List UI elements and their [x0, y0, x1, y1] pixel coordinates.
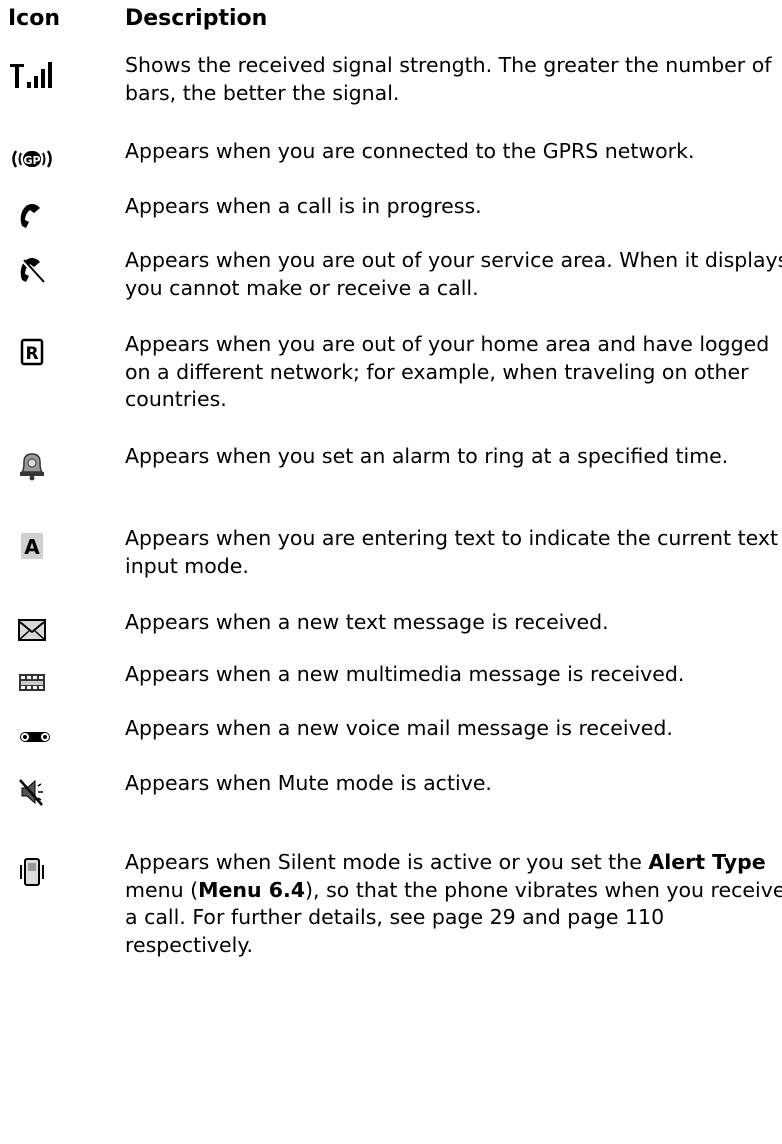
row-gprs-description: Appears when you are connected to the GP… [125, 139, 695, 163]
call-in-progress-icon [8, 198, 98, 238]
row-text-message-description: Appears when a new text message is recei… [125, 610, 609, 634]
signal-strength-icon [8, 58, 98, 98]
text-input-mode-icon-label: A [24, 535, 40, 559]
silent-vibrate-icon [8, 855, 98, 895]
roaming-icon-label: R [25, 344, 38, 364]
row-call-description: Appears when a call is in progress. [125, 194, 482, 218]
row-no-service-description: Appears when you are out of your service… [125, 248, 782, 300]
no-service-icon [8, 252, 98, 292]
silent-text-1: Appears when Silent mode is active or yo… [125, 850, 649, 874]
row-text-input-description: Appears when you are entering text to in… [125, 526, 779, 578]
row-voice-mail-description: Appears when a new voice mail message is… [125, 716, 673, 740]
row-roaming-description: Appears when you are out of your home ar… [125, 332, 770, 411]
header-description: Description [125, 6, 268, 31]
row-signal-description: Shows the received signal strength. The … [125, 53, 772, 105]
row-alarm-description: Appears when you set an alarm to ring at… [125, 444, 729, 468]
alarm-icon [8, 448, 98, 488]
text-input-mode-icon: A [8, 530, 98, 570]
alert-type-label: Alert Type [648, 850, 766, 874]
multimedia-message-icon [8, 666, 98, 706]
silent-text-2: menu ( [125, 877, 199, 902]
mute-icon [8, 775, 98, 815]
header-icon: Icon [8, 6, 61, 31]
row-silent-description: Appears when Silent mode is active or yo… [125, 849, 782, 959]
roaming-icon: R [8, 336, 98, 376]
row-mute-description: Appears when Mute mode is active. [125, 771, 492, 795]
menu-reference: Menu 6.4 [198, 877, 306, 902]
row-multimedia-description: Appears when a new multimedia message is… [125, 662, 685, 686]
gprs-icon-label: GP [23, 154, 40, 167]
voice-mail-icon [8, 720, 98, 760]
text-message-icon [8, 614, 98, 654]
gprs-icon: GP [8, 144, 98, 184]
